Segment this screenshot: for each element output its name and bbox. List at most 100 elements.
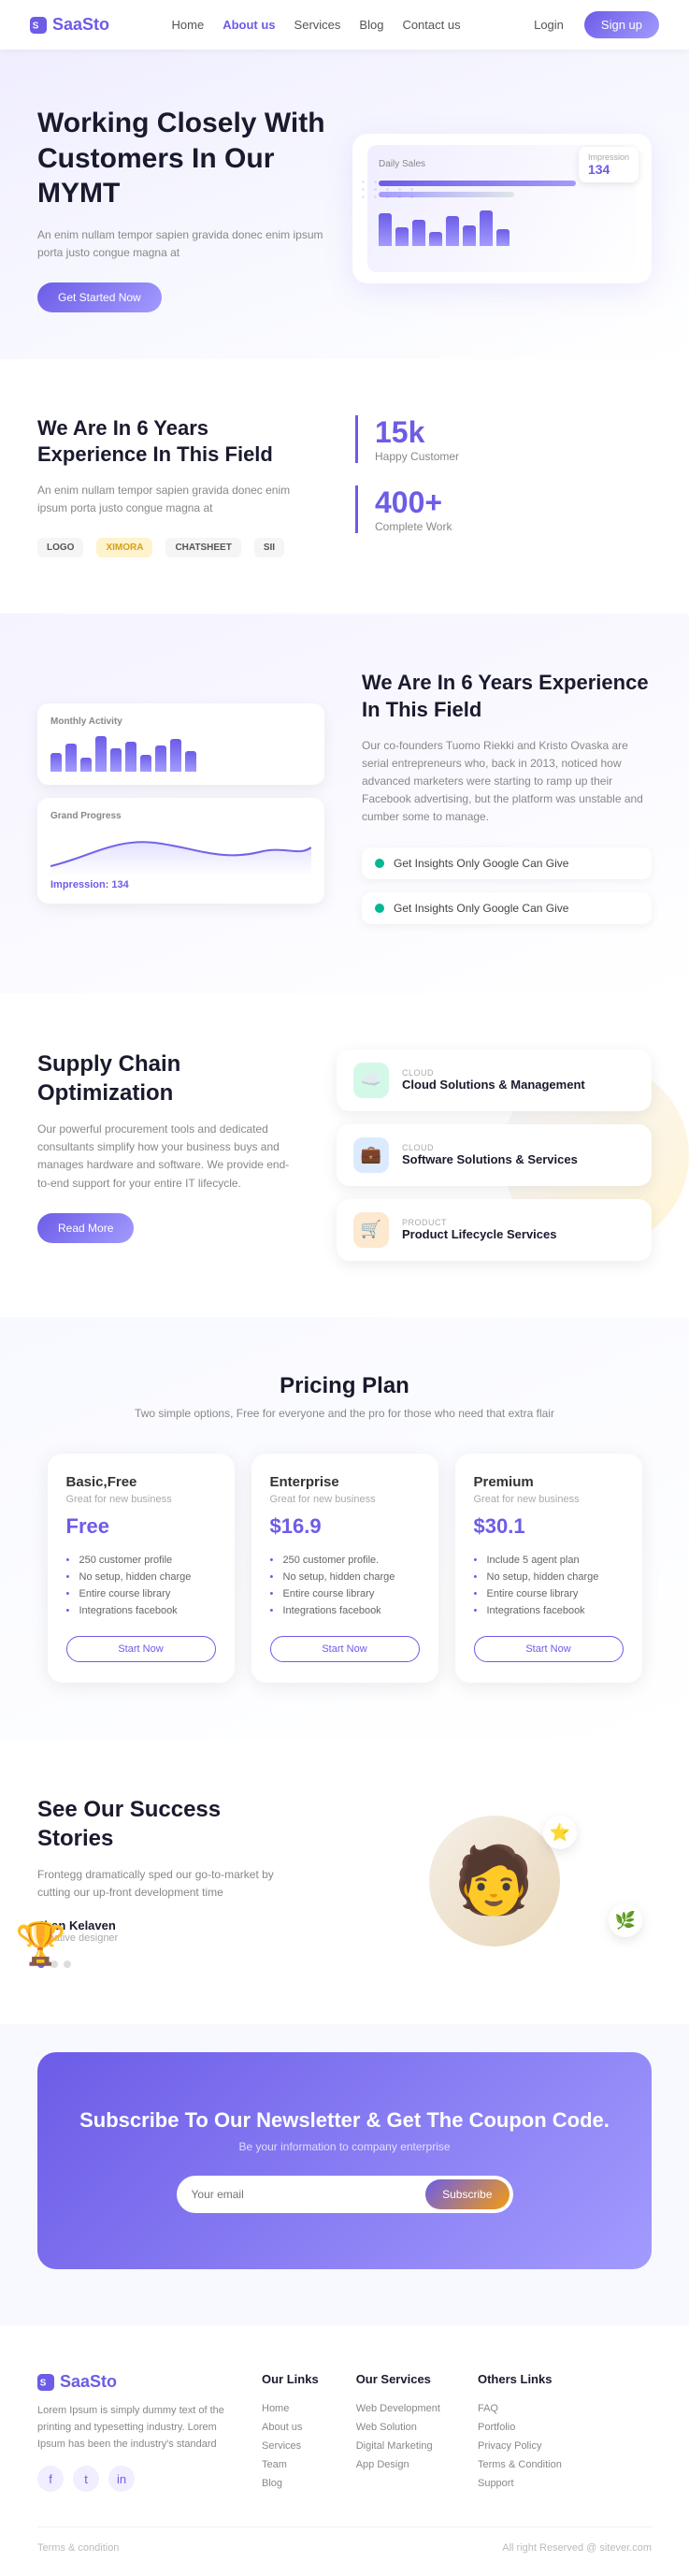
dashboard-label: Daily Sales (379, 159, 425, 169)
stats-column: 15k Happy Customer 400+ Complete Work (355, 415, 652, 533)
supply-section: Supply Chain Optimization Our powerful p… (0, 993, 689, 1317)
newsletter-subtitle: Be your information to company enterpris… (75, 2140, 614, 2153)
nav-home[interactable]: Home (172, 18, 205, 32)
linkedin-icon[interactable]: in (108, 2466, 135, 2492)
feature-dot-0 (375, 859, 384, 868)
hero-cta-button[interactable]: Get Started Now (37, 282, 162, 312)
features-section: Monthly Activity Grand Progress (0, 614, 689, 992)
footer-top: S SaaSto Lorem Ipsum is simply dummy tex… (37, 2372, 652, 2493)
story-dots (37, 1961, 299, 1968)
line-chart-visual (50, 829, 311, 876)
pricing-section: Pricing Plan Two simple options, Free fo… (0, 1317, 689, 1739)
author-name: Jhan Kelaven (37, 1918, 299, 1932)
footer-service-appdesign[interactable]: App Design (356, 2455, 440, 2474)
pricing-title: Pricing Plan (37, 1373, 652, 1399)
stories-description: Frontegg dramatically sped our go-to-mar… (37, 1866, 299, 1902)
footer-services-col: Our Services Web Development Web Solutio… (356, 2372, 440, 2493)
footer-socials: f t in (37, 2466, 224, 2492)
newsletter-title: Subscribe To Our Newsletter & Get The Co… (75, 2108, 614, 2133)
footer-service-digital[interactable]: Digital Marketing (356, 2437, 440, 2455)
monthly-activity-chart: Monthly Activity (37, 703, 324, 785)
avatar-image: 🧑 (429, 1816, 560, 1946)
newsletter-email-input[interactable] (192, 2179, 426, 2209)
svg-text:S: S (33, 21, 39, 31)
facebook-icon[interactable]: f (37, 2466, 64, 2492)
supply-card-2: 🛒 Product Product Lifecycle Services (337, 1199, 652, 1261)
trophy-icon: 🏆 (15, 1919, 66, 1968)
supply-icon-software: 💼 (353, 1137, 389, 1173)
stories-section: 🏆 See Our Success Stories Frontegg drama… (0, 1739, 689, 2025)
login-button[interactable]: Login (523, 12, 575, 37)
nav-about[interactable]: About us (222, 18, 275, 32)
pricing-card-basic: Basic,Free Great for new business Free 2… (48, 1454, 235, 1683)
footer-bottom: Terms & condition All right Reserved @ s… (37, 2526, 652, 2554)
supply-card-1: 💼 Cloud Software Solutions & Services (337, 1124, 652, 1186)
nav-links: Home About us Services Blog Contact us (172, 18, 461, 32)
pricing-features-basic: 250 customer profile No setup, hidden ch… (66, 1552, 216, 1619)
partner-1: XIMORA (96, 538, 152, 557)
feature-item-1: Get Insights Only Google Can Give (362, 892, 652, 924)
footer-other-portfolio[interactable]: Portfolio (478, 2418, 562, 2437)
nav-blog[interactable]: Blog (359, 18, 383, 32)
newsletter-subscribe-button[interactable]: Subscribe (425, 2179, 509, 2209)
hero-description: An enim nullam tempor sapien gravida don… (37, 226, 337, 262)
supply-description: Our powerful procurement tools and dedic… (37, 1121, 299, 1193)
supply-icon-product: 🛒 (353, 1212, 389, 1248)
supply-card-0: ☁️ Cloud Cloud Solutions & Management (337, 1049, 652, 1111)
hero-title: Working Closely With Customers In Our MY… (37, 106, 337, 211)
partner-3: SII (254, 538, 284, 557)
nav-actions: Login Sign up (523, 11, 659, 38)
footer-terms-link[interactable]: Terms & condition (37, 2542, 119, 2554)
pricing-card-premium: Premium Great for new business $30.1 Inc… (455, 1454, 642, 1683)
float-emoji-leaf: 🌿 (609, 1903, 642, 1937)
nav-logo[interactable]: S SaaSto (30, 15, 109, 35)
supply-icon-cloud: ☁️ (353, 1063, 389, 1098)
hero-text: Working Closely With Customers In Our MY… (37, 106, 337, 312)
supply-title: Supply Chain Optimization (37, 1049, 299, 1107)
stat-complete-work: 400+ Complete Work (355, 485, 652, 533)
footer-other-privacy[interactable]: Privacy Policy (478, 2437, 562, 2455)
footer-link-team[interactable]: Team (262, 2455, 319, 2474)
footer-links-col: Our Links Home About us Services Team Bl… (262, 2372, 319, 2493)
footer-service-websol[interactable]: Web Solution (356, 2418, 440, 2437)
pricing-cards: Basic,Free Great for new business Free 2… (37, 1454, 652, 1683)
pricing-cta-enterprise[interactable]: Start Now (270, 1636, 420, 1662)
stories-visual: ⭐ 🌿 🧑 (337, 1816, 652, 1946)
pricing-features-enterprise: 250 customer profile. No setup, hidden c… (270, 1552, 420, 1619)
footer: S SaaSto Lorem Ipsum is simply dummy tex… (0, 2325, 689, 2576)
signup-button[interactable]: Sign up (584, 11, 659, 38)
twitter-icon[interactable]: t (73, 2466, 99, 2492)
footer-service-webdev[interactable]: Web Development (356, 2399, 440, 2418)
newsletter-form: Subscribe (177, 2176, 513, 2213)
footer-brand: S SaaSto Lorem Ipsum is simply dummy tex… (37, 2372, 224, 2493)
features-description: Our co-founders Tuomo Riekki and Kristo … (362, 737, 652, 827)
pricing-card-enterprise: Enterprise Great for new business $16.9 … (251, 1454, 438, 1683)
supply-cards: ☁️ Cloud Cloud Solutions & Management 💼 … (337, 1049, 652, 1261)
footer-other-faq[interactable]: FAQ (478, 2399, 562, 2418)
footer-other-terms[interactable]: Terms & Condition (478, 2455, 562, 2474)
footer-copyright: All right Reserved @ sitever.com (502, 2542, 652, 2554)
footer-link-services[interactable]: Services (262, 2437, 319, 2455)
feature-dot-1 (375, 904, 384, 913)
hero-section: Working Closely With Customers In Our MY… (0, 50, 689, 359)
footer-link-home[interactable]: Home (262, 2399, 319, 2418)
svg-text:S: S (40, 2378, 47, 2388)
partners-row: LOGO XIMORA CHATSHEET SII (37, 538, 318, 557)
footer-link-about[interactable]: About us (262, 2418, 319, 2437)
newsletter-wrapper: Subscribe To Our Newsletter & Get The Co… (0, 2052, 689, 2325)
pricing-subtitle: Two simple options, Free for everyone an… (37, 1407, 652, 1420)
supply-cta-button[interactable]: Read More (37, 1213, 134, 1243)
experience-section: We Are In 6 Years Experience In This Fie… (0, 359, 689, 615)
partner-0: LOGO (37, 538, 83, 557)
nav-contact[interactable]: Contact us (402, 18, 460, 32)
footer-link-blog[interactable]: Blog (262, 2474, 319, 2493)
experience-description: An enim nullam tempor sapien gravida don… (37, 482, 318, 517)
pricing-features-premium: Include 5 agent plan No setup, hidden ch… (474, 1552, 624, 1619)
navbar: S SaaSto Home About us Services Blog Con… (0, 0, 689, 50)
pricing-cta-basic[interactable]: Start Now (66, 1636, 216, 1662)
nav-services[interactable]: Services (294, 18, 341, 32)
footer-other-support[interactable]: Support (478, 2474, 562, 2493)
feature-item-0: Get Insights Only Google Can Give (362, 847, 652, 879)
features-text: We Are In 6 Years Experience In This Fie… (362, 670, 652, 936)
pricing-cta-premium[interactable]: Start Now (474, 1636, 624, 1662)
